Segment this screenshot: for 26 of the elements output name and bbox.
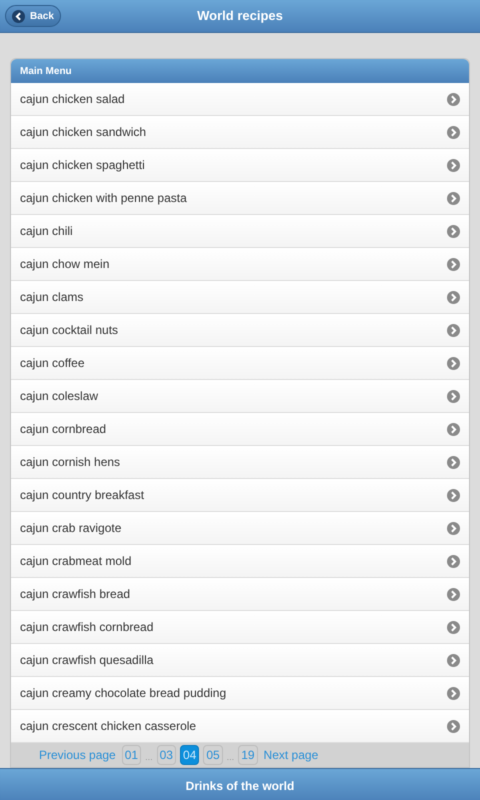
chevron-right-icon [447,422,460,436]
pager-ellipsis: ... [145,750,153,764]
menu-header: Main Menu [11,59,469,83]
chevron-right-icon [447,224,460,238]
chevron-right-icon [447,522,460,534]
chevron-right-icon [447,356,460,370]
chevron-right-icon [447,686,460,700]
chevron-right-icon [447,390,460,402]
chevron-right-icon [447,126,460,138]
chevron-right-icon [447,488,460,502]
chevron-right-icon [447,588,460,600]
back-button[interactable]: Back [5,5,61,27]
chevron-right-icon [447,324,460,336]
chevron-right-icon [447,654,460,666]
chevron-right-icon [447,92,460,106]
pager-ellipsis: ... [226,750,234,764]
chevron-right-icon [447,290,460,304]
chevron-right-icon [447,456,460,468]
footer-title: Drinks of the world [186,778,294,794]
chevron-right-icon [447,720,460,732]
chevron-right-icon [447,620,460,634]
chevron-right-icon [447,192,460,204]
chevron-right-icon [447,158,460,172]
chevron-right-icon [447,258,460,270]
page-title: World recipes [197,7,283,26]
chevron-right-icon [447,554,460,568]
